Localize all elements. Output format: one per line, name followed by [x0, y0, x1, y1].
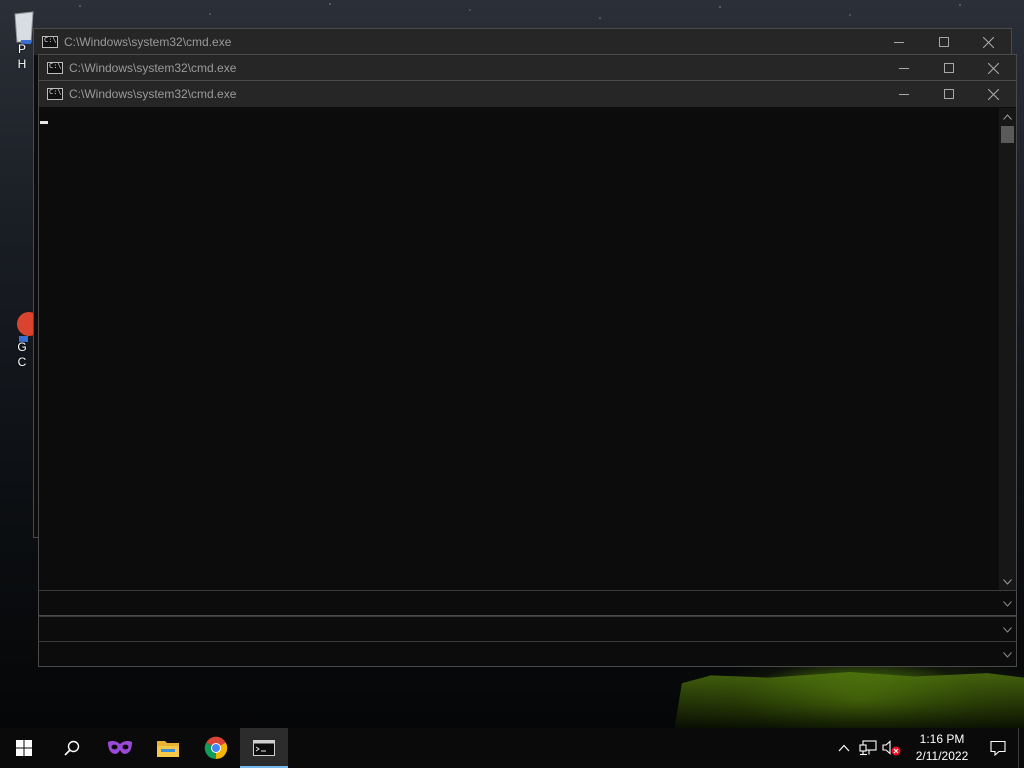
scrollbar-thumb[interactable] [1001, 126, 1014, 143]
taskbar-app-masked[interactable] [96, 728, 144, 768]
maximize-icon [943, 89, 954, 99]
windows-start-icon [16, 740, 32, 756]
network-icon [859, 740, 877, 756]
chrome-icon [204, 736, 228, 760]
scroll-down-button[interactable] [1001, 623, 1014, 636]
action-center-button[interactable] [978, 728, 1018, 768]
show-desktop-button[interactable] [1018, 728, 1024, 768]
chevron-down-icon [1003, 626, 1012, 633]
maximize-icon [938, 37, 949, 47]
window-titlebar[interactable]: C:\Windows\system32\cmd.exe [39, 81, 1016, 107]
close-button[interactable] [971, 81, 1016, 107]
minimize-button[interactable] [876, 29, 921, 55]
cmd-window-edge-1[interactable] [38, 590, 1017, 616]
minimize-button[interactable] [881, 81, 926, 107]
wallpaper-grass [674, 672, 1024, 728]
taskbar-file-explorer[interactable] [144, 728, 192, 768]
chevron-down-icon [1003, 578, 1012, 585]
minimize-icon [893, 42, 904, 43]
notification-icon [990, 740, 1006, 756]
search-button[interactable] [48, 728, 96, 768]
scroll-up-button[interactable] [999, 108, 1016, 125]
cmd-icon [253, 740, 275, 756]
scroll-down-button[interactable] [1001, 648, 1014, 661]
window-title: C:\Windows\system32\cmd.exe [69, 87, 237, 101]
cmd-app-icon [42, 36, 58, 48]
window-titlebar[interactable]: C:\Windows\system32\cmd.exe [39, 55, 1016, 81]
volume-muted-icon [882, 740, 901, 756]
close-button[interactable] [966, 29, 1011, 55]
vertical-scrollbar[interactable] [999, 108, 1016, 590]
chevron-up-icon [1003, 113, 1012, 120]
google-chrome-shortcut-icon [9, 308, 41, 342]
chevron-down-icon [1003, 600, 1012, 607]
taskbar-cmd[interactable] [240, 728, 288, 768]
cmd-window-edge-3[interactable] [38, 641, 1017, 667]
show-hidden-icons-button[interactable] [832, 728, 856, 768]
minimize-button[interactable] [881, 55, 926, 81]
cmd-app-icon [47, 88, 63, 100]
maximize-button[interactable] [926, 55, 971, 81]
scroll-down-button[interactable] [1001, 597, 1014, 610]
search-icon [64, 740, 80, 756]
window-title: C:\Windows\system32\cmd.exe [69, 61, 237, 75]
chevron-down-icon [1003, 651, 1012, 658]
text-cursor [40, 121, 48, 124]
close-icon [988, 62, 999, 74]
network-button[interactable] [856, 728, 880, 768]
volume-button[interactable] [880, 728, 904, 768]
clock[interactable]: 1:16 PM 2/11/2022 [910, 731, 974, 765]
cmd-window-edge-2[interactable] [38, 616, 1017, 642]
minimize-icon [898, 68, 909, 69]
start-button[interactable] [0, 728, 48, 768]
close-icon [983, 36, 994, 48]
scroll-down-button[interactable] [999, 573, 1016, 590]
cmd-app-icon [47, 62, 63, 74]
recycle-bin-icon [9, 10, 35, 44]
console-area[interactable] [39, 108, 1016, 590]
taskbar: 1:16 PM 2/11/2022 [0, 728, 1024, 768]
system-tray: 1:16 PM 2/11/2022 [832, 728, 1024, 768]
chevron-up-icon [838, 744, 850, 752]
window-title: C:\Windows\system32\cmd.exe [64, 35, 232, 49]
window-titlebar[interactable]: C:\Windows\system32\cmd.exe [34, 29, 1011, 55]
maximize-button[interactable] [921, 29, 966, 55]
maximize-icon [943, 63, 954, 73]
purple-mask-icon [108, 740, 132, 754]
taskbar-chrome[interactable] [192, 728, 240, 768]
maximize-button[interactable] [926, 81, 971, 107]
folder-icon [157, 741, 179, 757]
close-icon [988, 88, 999, 100]
clock-date: 2/11/2022 [915, 749, 969, 763]
minimize-icon [898, 94, 909, 95]
cmd-window-3[interactable]: C:\Windows\system32\cmd.exe [38, 80, 1017, 591]
close-button[interactable] [971, 55, 1016, 81]
clock-time: 1:16 PM [919, 732, 965, 746]
